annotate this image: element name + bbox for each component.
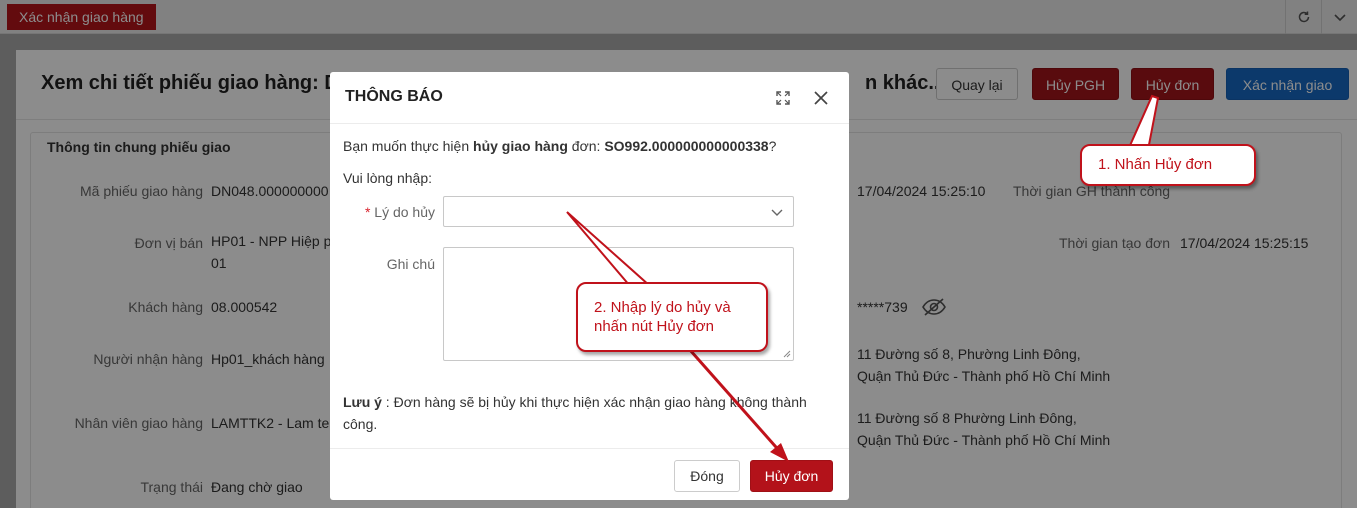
dialog-footer: Đóng Hủy đơn — [330, 448, 849, 500]
please-enter-label: Vui lòng nhập: — [343, 170, 432, 186]
callout-step-1: 1. Nhấn Hủy đơn — [1080, 144, 1256, 186]
notice-text: Lưu ý : Đơn hàng sẽ bị hủy khi thực hiện… — [343, 394, 807, 410]
notice-text-2: công. — [343, 416, 378, 432]
confirm-cancel-button[interactable]: Hủy đơn — [750, 460, 833, 492]
expand-icon[interactable] — [773, 88, 793, 108]
chevron-down-icon — [771, 209, 783, 216]
reason-select[interactable] — [443, 196, 794, 227]
dialog-title: THÔNG BÁO — [345, 88, 443, 105]
callout-step-2: 2. Nhập lý do hủy và nhấn nút Hủy đơn — [576, 282, 768, 352]
required-mark: * — [364, 204, 371, 220]
resize-handle-icon[interactable] — [781, 348, 791, 358]
reason-label: * Lý do hủy — [364, 204, 435, 220]
confirm-question: Bạn muốn thực hiện hủy giao hàng đơn: SO… — [343, 138, 777, 154]
close-icon[interactable] — [811, 88, 831, 108]
close-button[interactable]: Đóng — [674, 460, 740, 492]
dialog-header: THÔNG BÁO — [330, 72, 849, 124]
note-label: Ghi chú — [386, 256, 435, 272]
